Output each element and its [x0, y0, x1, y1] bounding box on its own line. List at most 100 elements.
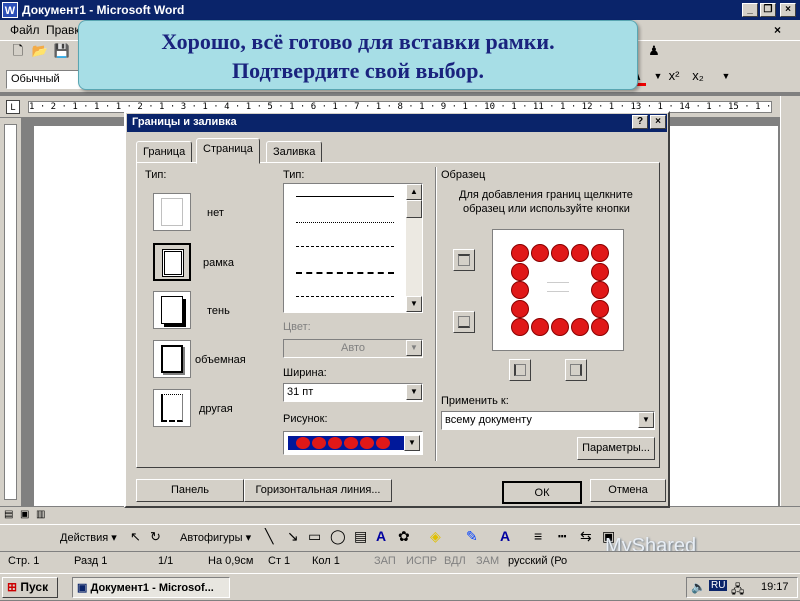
- list-scroll-up-icon[interactable]: ▲: [406, 184, 422, 200]
- box-border-icon: [162, 249, 184, 277]
- dialog-close-button[interactable]: ×: [650, 115, 666, 129]
- status-overtype[interactable]: ЗАМ: [476, 555, 499, 567]
- setting-custom-label[interactable]: другая: [199, 403, 233, 415]
- list-scroll-thumb[interactable]: [406, 200, 422, 218]
- save-icon[interactable]: 💾: [52, 41, 72, 61]
- setting-3d-button[interactable]: [153, 340, 191, 378]
- open-icon[interactable]: 📂: [30, 41, 50, 61]
- dash-style-icon[interactable]: ┅: [558, 528, 566, 545]
- left-border-button[interactable]: [509, 359, 531, 381]
- window-title-bar[interactable]: W Документ1 - Microsoft Word _ ❐ ×: [0, 0, 800, 20]
- start-button[interactable]: ⊞ Пуск: [2, 577, 58, 598]
- oval-icon[interactable]: ◯: [330, 528, 346, 545]
- ok-button[interactable]: ОК: [502, 481, 582, 504]
- setting-box-button[interactable]: [153, 243, 191, 281]
- language-indicator[interactable]: RU: [709, 580, 728, 591]
- bottom-border-button[interactable]: [453, 311, 475, 333]
- subscript-button[interactable]: x₂: [688, 66, 708, 86]
- width-dropdown-icon[interactable]: ▼: [406, 384, 422, 400]
- cancel-button[interactable]: Отмена: [590, 479, 666, 502]
- clock: 19:17: [761, 581, 789, 593]
- tab-selector-icon[interactable]: L: [6, 100, 20, 114]
- wordart-icon[interactable]: A: [376, 528, 386, 544]
- vertical-scrollbar[interactable]: [780, 96, 800, 506]
- status-bar: Стр. 1 Разд 1 1/1 На 0,9см Ст 1 Кол 1 ЗА…: [0, 551, 800, 573]
- setting-none-button[interactable]: [153, 193, 191, 231]
- apply-to-combo[interactable]: всему документу ▼: [441, 411, 655, 430]
- system-tray: 🔈 RU 🖧 19:17: [686, 577, 798, 598]
- setting-3d-label[interactable]: объемная: [195, 354, 246, 366]
- menu-file[interactable]: Файл: [10, 23, 40, 37]
- speaker-icon[interactable]: 🔈: [691, 580, 706, 594]
- line-dashed[interactable]: [296, 272, 394, 274]
- tab-shading[interactable]: Заливка: [266, 141, 323, 163]
- network-icon[interactable]: 🖧: [731, 580, 744, 601]
- line-style-list[interactable]: ▲ ▼: [283, 183, 423, 313]
- minimize-button[interactable]: _: [742, 3, 758, 17]
- setting-none-label[interactable]: нет: [207, 207, 224, 219]
- rectangle-icon[interactable]: ▭: [308, 528, 321, 545]
- line-dotted[interactable]: [296, 222, 394, 223]
- line-solid[interactable]: [296, 196, 394, 197]
- setting-custom-button[interactable]: [153, 389, 191, 427]
- tab-border[interactable]: Граница: [136, 141, 193, 163]
- horizontal-scrollbar[interactable]: ▤ ▣ ▥: [0, 506, 800, 524]
- border-preview[interactable]: [492, 229, 624, 351]
- toolbar-button[interactable]: Панель: [136, 479, 244, 502]
- top-border-button[interactable]: [453, 249, 475, 271]
- status-column: Кол 1: [312, 555, 340, 567]
- arrow-style-icon[interactable]: ⇆: [580, 528, 592, 545]
- normal-view-icon[interactable]: ▤: [4, 509, 13, 520]
- help-button[interactable]: ?: [632, 115, 648, 129]
- clipart-icon[interactable]: ✿: [398, 528, 410, 545]
- instruction-callout: Хорошо, всё готово для вставки рамки. По…: [78, 20, 638, 90]
- select-objects-icon[interactable]: ↖: [130, 529, 141, 545]
- close-window-button[interactable]: ×: [780, 3, 796, 17]
- menu-close-doc-icon[interactable]: ×: [774, 23, 781, 37]
- actions-menu[interactable]: Действия ▾: [60, 531, 117, 544]
- status-track-changes[interactable]: ИСПР: [406, 555, 437, 567]
- autoshapes-menu[interactable]: Автофигуры ▾: [180, 531, 251, 544]
- art-dropdown-icon[interactable]: ▼: [404, 435, 420, 451]
- art-label: Рисунок:: [283, 413, 328, 425]
- font-color-drawing-icon[interactable]: A: [500, 528, 510, 544]
- line-style-icon[interactable]: ≡: [534, 528, 542, 544]
- horizontal-line-button[interactable]: Горизонтальная линия...: [244, 479, 392, 502]
- line-color-icon[interactable]: ✎: [466, 528, 478, 545]
- taskbar-word-document[interactable]: ▣ Документ1 - Microsof...: [72, 577, 230, 598]
- web-view-icon[interactable]: ▣: [20, 509, 29, 520]
- dialog-title[interactable]: Границы и заливка: [127, 114, 667, 132]
- apple-icon: [571, 244, 589, 262]
- setting-type-label: Тип:: [145, 169, 167, 181]
- width-combo[interactable]: 31 пт ▼: [283, 383, 423, 402]
- toolbar-options-icon[interactable]: ▼: [716, 66, 736, 86]
- apply-to-value: всему документу: [445, 414, 532, 426]
- setting-box-label[interactable]: рамка: [203, 257, 234, 269]
- options-button[interactable]: Параметры...: [577, 437, 655, 460]
- arrow-icon[interactable]: ↘: [287, 528, 299, 545]
- new-document-icon[interactable]: 🗋: [8, 41, 28, 61]
- apply-to-dropdown-icon[interactable]: ▼: [638, 412, 654, 428]
- list-scroll-track[interactable]: [406, 218, 422, 296]
- status-record[interactable]: ЗАП: [374, 555, 396, 567]
- fill-color-icon[interactable]: ◈: [430, 528, 441, 545]
- right-border-button[interactable]: [565, 359, 587, 381]
- list-scroll-down-icon[interactable]: ▼: [406, 296, 422, 312]
- setting-shadow-label[interactable]: тень: [207, 305, 230, 317]
- format-painter-icon[interactable]: ♟: [644, 41, 664, 61]
- art-combo[interactable]: ▼: [283, 431, 423, 455]
- line-dash-dot[interactable]: [296, 296, 394, 297]
- superscript-button[interactable]: x²: [664, 66, 684, 86]
- rotate-icon[interactable]: ↻: [150, 529, 161, 545]
- color-dropdown-icon: ▼: [406, 340, 422, 356]
- status-extend[interactable]: ВДЛ: [444, 555, 466, 567]
- line-dashed-fine[interactable]: [296, 246, 394, 247]
- tab-page-border[interactable]: Страница: [196, 138, 260, 164]
- print-view-icon[interactable]: ▥: [36, 509, 45, 520]
- page-border-panel: Тип: нет рамка тень объемная другая Тип:: [136, 162, 660, 468]
- scroll-up-icon[interactable]: [782, 96, 799, 112]
- setting-shadow-button[interactable]: [153, 291, 191, 329]
- text-box-icon[interactable]: ▤: [354, 528, 367, 545]
- maximize-button[interactable]: ❐: [760, 3, 776, 17]
- line-icon[interactable]: ╲: [265, 528, 273, 545]
